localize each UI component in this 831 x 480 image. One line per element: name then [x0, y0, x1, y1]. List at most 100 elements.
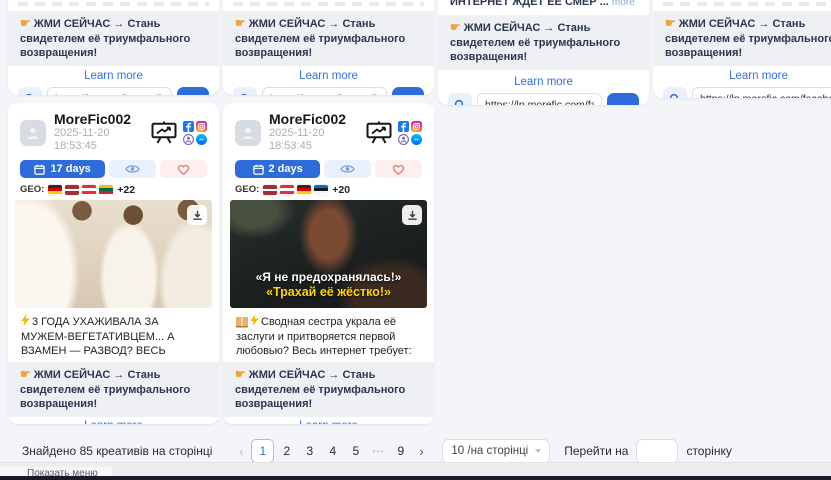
landing-url-input[interactable]	[47, 87, 172, 96]
top-ad-card-2: ☛ЖМИ СЕЙЧАС → Стань свидетелем её триумф…	[223, 0, 434, 95]
flag-lv	[65, 185, 79, 195]
learn-more-link[interactable]: Learn more	[223, 420, 434, 425]
next-page-button[interactable]: ›	[412, 444, 430, 459]
cta-box: ☛ЖМИ СЕЙЧАС → Стань свидетелем её триумф…	[438, 15, 649, 70]
more-link[interactable]: more	[612, 0, 635, 8]
url-row: →	[233, 87, 424, 96]
learn-more-link[interactable]: Learn more	[653, 70, 831, 82]
open-book-icon	[236, 317, 248, 326]
results-count-text: Знайдено 85 креативів на сторінці	[22, 444, 212, 458]
days-active-button[interactable]: 2 days	[235, 160, 320, 178]
ad-board-icon[interactable]	[151, 121, 177, 144]
calendar-icon	[253, 164, 264, 175]
messenger-icon	[196, 134, 207, 145]
page-size-value: 10 /на сторінці	[451, 445, 528, 457]
prev-page-button[interactable]: ‹	[232, 444, 250, 459]
top-ad-card-4: ☛ЖМИ СЕЙЧАС → Стань свидетелем её триумф…	[653, 0, 831, 98]
messenger-icon	[411, 134, 422, 145]
creative-image	[15, 200, 212, 308]
profile-name: MoreFic002	[269, 112, 366, 127]
landing-url-input[interactable]	[262, 87, 387, 96]
person-icon	[240, 125, 256, 141]
search-url-button[interactable]	[663, 87, 687, 99]
url-row	[663, 87, 831, 99]
cta-text: ЖМИ СЕЙЧАС → Стань свидетелем её триумфа…	[20, 369, 190, 410]
ad-spy-results-page: ☛ЖМИ СЕЙЧАС → Стань свидетелем её триумф…	[0, 0, 831, 480]
open-url-button[interactable]: →	[177, 87, 209, 96]
search-icon	[454, 99, 466, 106]
page-button-3[interactable]: 3	[299, 440, 320, 462]
learn-more-link[interactable]: Learn more	[8, 420, 219, 425]
search-icon	[239, 93, 251, 96]
download-image-button[interactable]	[402, 205, 422, 225]
flag-lv	[263, 185, 277, 195]
cta-box: ☛ЖМИ СЕЙЧАС → Стань свидетелем её триумф…	[223, 11, 434, 66]
lightning-icon	[250, 314, 259, 330]
flag-de	[48, 185, 62, 195]
ad-board-icon[interactable]	[366, 121, 392, 144]
arrow-right-icon: →	[187, 91, 200, 95]
download-image-button[interactable]	[187, 205, 207, 225]
geo-more-count: +22	[117, 184, 135, 196]
page-button-2[interactable]: 2	[276, 440, 297, 462]
pagination-bar: Знайдено 85 креативів на сторінці ‹ 1 2 …	[22, 438, 732, 464]
pointing-hand-icon: ☛	[20, 367, 31, 381]
instagram-icon	[411, 121, 422, 132]
days-active-button[interactable]: 17 days	[20, 160, 105, 178]
pointing-hand-icon: ☛	[235, 16, 246, 30]
heart-icon	[177, 164, 190, 175]
clipped-ad-text: ИНТЕРНЕТ ЖДЁТ ЕЁ СМЕР ... more	[450, 0, 637, 9]
page-button-4[interactable]: 4	[322, 440, 343, 462]
preview-button[interactable]	[324, 160, 371, 178]
landing-url-input[interactable]	[477, 93, 602, 106]
preview-button[interactable]	[109, 160, 156, 178]
creative-card-1: MoreFic002 2025-11-20 18:53:45 17 days G…	[8, 103, 219, 424]
page-button-1[interactable]: 1	[251, 439, 274, 463]
ad-text-body: 3 ГОДА УХАЖИВАЛА ЗА МУЖЕМ-ВЕГЕТАТИВЦЕМ..…	[21, 316, 175, 356]
url-row: →	[448, 93, 639, 106]
pointing-hand-icon: ☛	[450, 20, 461, 34]
chevron-down-icon	[535, 449, 541, 453]
top-ad-card-1: ☛ЖМИ СЕЙЧАС → Стань свидетелем её триумф…	[8, 0, 219, 95]
person-icon	[25, 125, 41, 141]
landing-url-input[interactable]	[692, 87, 831, 99]
favorite-button[interactable]	[375, 160, 422, 178]
favorite-button[interactable]	[160, 160, 207, 178]
geo-row: GEO: +20	[235, 184, 422, 195]
learn-more-link[interactable]: Learn more	[438, 76, 649, 88]
cta-text: ЖМИ СЕЙЧАС → Стань свидетелем её триумфа…	[235, 18, 405, 59]
search-url-button[interactable]	[448, 93, 472, 106]
card-actions: 17 days	[20, 160, 207, 178]
page-button-5[interactable]: 5	[345, 440, 366, 462]
search-url-button[interactable]	[18, 87, 42, 96]
cta-box: ☛ЖМИ СЕЙЧАС → Стань свидетелем её триумф…	[653, 11, 831, 66]
open-url-button[interactable]: →	[392, 87, 424, 96]
clipped-content-strip	[18, 2, 209, 6]
learn-more-link[interactable]: Learn more	[8, 70, 219, 82]
ad-text-body: Сводная сестра украла её заслуги и притв…	[236, 316, 412, 356]
bottom-dark-strip	[0, 476, 831, 480]
goto-page-suffix: сторінку	[686, 444, 731, 458]
platforms	[183, 121, 207, 145]
cta-text: ЖМИ СЕЙЧАС → Стань свидетелем её триумфа…	[20, 18, 190, 59]
goto-page-input[interactable]	[636, 439, 678, 464]
geo-more-count: +20	[332, 184, 350, 196]
card-header: MoreFic002 2025-11-20 18:53:45	[235, 112, 422, 153]
learn-more-link[interactable]: Learn more	[223, 70, 434, 82]
platforms	[398, 121, 422, 145]
days-label: 17 days	[50, 163, 90, 175]
card-header: MoreFic002 2025-11-20 18:53:45	[20, 112, 207, 153]
open-url-button[interactable]: →	[607, 93, 639, 106]
geo-label: GEO:	[235, 184, 259, 195]
cta-box: ☛ЖМИ СЕЙЧАС → Стань свидетелем её триумф…	[8, 11, 219, 66]
page-button-last[interactable]: 9	[390, 440, 411, 462]
card-actions: 2 days	[235, 160, 422, 178]
page-size-select[interactable]: 10 /на сторінці	[442, 439, 550, 464]
geo-row: GEO: +22	[20, 184, 207, 195]
ad-text: 3 ГОДА УХАЖИВАЛА ЗА МУЖЕМ-ВЕГЕТАТИВЦЕМ..…	[21, 314, 206, 356]
eye-icon	[125, 164, 140, 174]
creative-image: «Я не предохранялась!» «Трахай её жёстко…	[230, 200, 427, 308]
pagination-ellipsis: •••	[367, 447, 389, 456]
search-url-button[interactable]	[233, 87, 257, 96]
cta-text: ЖМИ СЕЙЧАС → Стань свидетелем её триумфа…	[450, 22, 620, 63]
